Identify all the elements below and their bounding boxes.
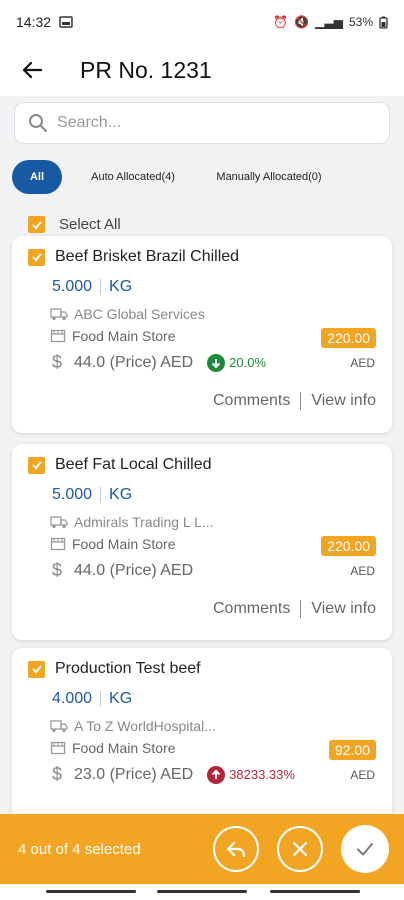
- dollar-icon: $: [52, 764, 63, 784]
- nav-handle[interactable]: [157, 890, 247, 893]
- store-name: Food Main Store: [72, 536, 176, 552]
- truck-icon: [50, 308, 68, 321]
- currency-label: AED: [350, 564, 375, 578]
- reply-button[interactable]: [213, 826, 259, 872]
- comments-link[interactable]: Comments: [213, 600, 290, 618]
- supplier-name: ABC Global Services: [74, 306, 205, 322]
- battery-level: 53%: [348, 15, 373, 29]
- gallery-notification-icon: [59, 16, 73, 28]
- app-bar: PR No. 1231: [0, 44, 404, 96]
- price-change-value: 38233.33%: [229, 767, 295, 782]
- confirm-button[interactable]: [341, 825, 389, 873]
- check-icon: [31, 461, 42, 470]
- item-quantity: 5.000: [52, 486, 93, 503]
- system-nav-bar: [0, 884, 404, 900]
- supplier-name: A To Z WorldHospital...: [74, 718, 216, 734]
- item-title: Production Test beef: [55, 660, 201, 677]
- item-title: Beef Fat Local Chilled: [55, 456, 212, 473]
- supplier-name: Admirals Trading L L...: [74, 514, 214, 530]
- battery-icon: [379, 16, 388, 29]
- divider: [300, 600, 302, 618]
- item-card[interactable]: Beef Brisket Brazil Chilled 5.000 KG ABC…: [12, 236, 392, 433]
- divider: [100, 691, 102, 707]
- currency-label: AED: [350, 356, 375, 370]
- check-icon: [31, 253, 42, 262]
- item-unit: KG: [109, 278, 133, 295]
- back-button[interactable]: [12, 50, 52, 90]
- dollar-icon: $: [52, 352, 63, 372]
- item-checkbox[interactable]: [28, 660, 45, 678]
- total-amount-badge: 220.00: [321, 328, 376, 348]
- unit-price: 44.0 (Price) AED: [74, 561, 194, 579]
- tab-auto-allocated[interactable]: Auto Allocated(4): [78, 160, 188, 194]
- status-bar: 14:32 ⏰ 🔇 ▁▃▅ 53%: [0, 0, 404, 44]
- price-change: 38233.33%: [207, 765, 295, 784]
- check-icon: [357, 843, 373, 856]
- mute-icon: 🔇: [294, 15, 310, 29]
- cancel-button[interactable]: [277, 826, 323, 872]
- back-arrow-icon: [22, 61, 43, 79]
- divider: [100, 487, 102, 503]
- store-icon: [50, 329, 66, 343]
- filter-tabs: All Auto Allocated(4) Manually Allocated…: [12, 160, 334, 194]
- search-icon: [29, 114, 47, 132]
- item-title: Beef Brisket Brazil Chilled: [55, 248, 240, 265]
- item-checkbox[interactable]: [28, 248, 45, 266]
- comments-link[interactable]: Comments: [213, 392, 290, 410]
- truck-icon: [50, 516, 68, 529]
- main-content: All Auto Allocated(4) Manually Allocated…: [0, 96, 404, 814]
- view-info-link[interactable]: View info: [311, 392, 376, 410]
- select-all-checkbox[interactable]: [28, 216, 45, 233]
- store-icon: [50, 741, 66, 755]
- status-time: 14:32: [16, 14, 52, 30]
- total-amount-badge: 220.00: [321, 536, 376, 556]
- search-input[interactable]: [57, 114, 357, 132]
- selection-action-bar: 4 out of 4 selected: [0, 814, 404, 884]
- nav-handle[interactable]: [46, 890, 136, 893]
- check-icon: [31, 220, 42, 229]
- divider: [300, 392, 302, 410]
- page-title: PR No. 1231: [80, 56, 212, 83]
- item-unit: KG: [109, 690, 133, 707]
- arrow-down-icon: [207, 353, 226, 372]
- price-change: 20.0%: [207, 353, 267, 372]
- select-all-row[interactable]: Select All: [28, 216, 121, 233]
- view-info-link[interactable]: View info: [311, 600, 376, 618]
- tab-all[interactable]: All: [12, 160, 62, 194]
- item-card[interactable]: Production Test beef 4.000 KG A To Z Wor…: [12, 648, 392, 814]
- tab-manually-allocated[interactable]: Manually Allocated(0): [204, 160, 334, 194]
- close-icon: [292, 841, 308, 857]
- select-all-label: Select All: [59, 216, 121, 233]
- reply-icon: [226, 841, 246, 858]
- truck-icon: [50, 720, 68, 733]
- dollar-icon: $: [52, 560, 63, 580]
- selection-count: 4 out of 4 selected: [18, 840, 141, 858]
- currency-label: AED: [350, 768, 375, 782]
- check-icon: [31, 665, 42, 674]
- arrow-up-icon: [207, 765, 226, 784]
- item-unit: KG: [109, 486, 133, 503]
- item-card[interactable]: Beef Fat Local Chilled 5.000 KG Admirals…: [12, 444, 392, 640]
- store-icon: [50, 537, 66, 551]
- signal-icon: ▁▃▅: [315, 15, 343, 29]
- item-quantity: 4.000: [52, 690, 93, 707]
- store-name: Food Main Store: [72, 328, 176, 344]
- total-amount-badge: 92.00: [328, 740, 376, 760]
- unit-price: 23.0 (Price) AED: [74, 765, 194, 783]
- store-name: Food Main Store: [72, 740, 176, 756]
- price-change-value: 20.0%: [229, 355, 267, 370]
- alarm-icon: ⏰: [273, 15, 289, 29]
- search-box[interactable]: [14, 102, 390, 144]
- nav-handle[interactable]: [270, 890, 360, 893]
- item-checkbox[interactable]: [28, 456, 45, 474]
- item-quantity: 5.000: [52, 278, 93, 295]
- unit-price: 44.0 (Price) AED: [74, 353, 194, 371]
- divider: [100, 279, 102, 295]
